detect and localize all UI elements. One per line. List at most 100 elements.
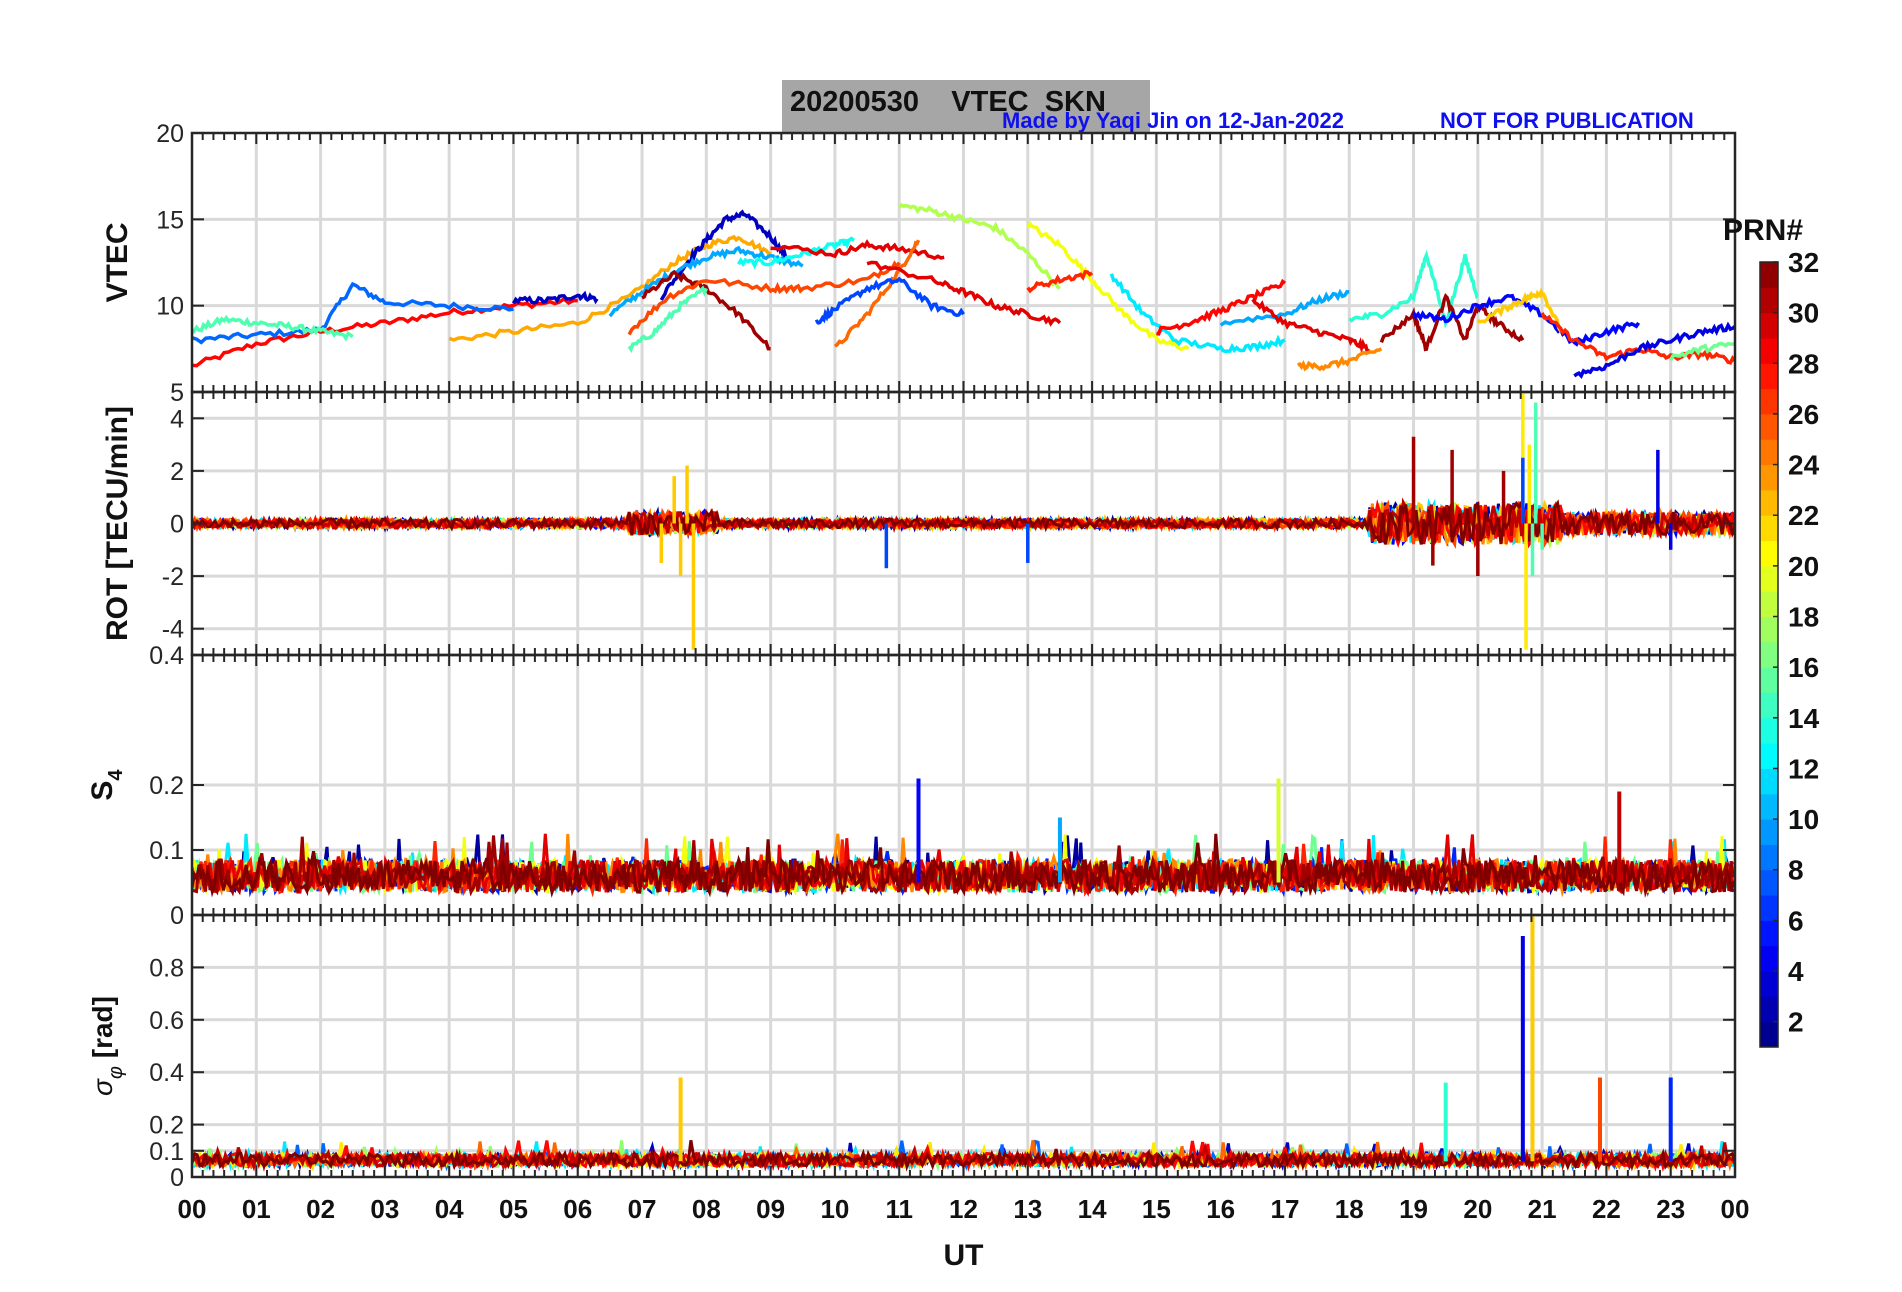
colorbar-segment [1760,1021,1778,1048]
colorbar-segment [1760,565,1778,592]
colorbar-tick-label: 30 [1788,298,1819,329]
colorbar-segment [1760,996,1778,1023]
colorbar-segment [1760,262,1778,288]
y-tick-label: 0.4 [149,1059,184,1087]
x-tick-label: 10 [820,1194,849,1224]
colorbar-segment [1760,819,1778,845]
colorbar-segment [1760,667,1778,693]
x-tick-label: 17 [1270,1194,1299,1224]
colorbar-segment [1760,895,1778,921]
y-tick-label: 15 [156,206,184,234]
colorbar-label: PRN# [1723,214,1803,247]
colorbar-tick-label: 2 [1788,1007,1804,1038]
x-tick-label: 19 [1399,1194,1428,1224]
x-tick-label: 15 [1142,1194,1171,1224]
panel-3: 0 0.1 0.2 0.4 S4 [86,642,1737,930]
y-axis-label: σφ [rad] [87,996,127,1096]
x-tick-label: 00 [1721,1194,1750,1224]
y-axis-label: ROT [TECU/min] [101,406,134,641]
y-tick-label: 0.4 [149,642,184,670]
x-tick-label: 21 [1528,1194,1557,1224]
x-tick-label: 08 [692,1194,721,1224]
colorbar-segment [1760,945,1778,972]
colorbar-segment [1760,844,1778,871]
colorbar-segment [1760,287,1778,314]
colorbar-tick-label: 16 [1788,652,1819,683]
x-tick-label: 11 [885,1194,913,1224]
colorbar-segment [1760,388,1778,415]
colorbar-segment [1760,540,1778,567]
y-tick-label: 0 [170,902,184,930]
x-tick-label: 02 [306,1194,335,1224]
x-tick-label: 03 [370,1194,399,1224]
colorbar-segment [1760,489,1778,516]
x-tick-label: 05 [499,1194,528,1224]
x-tick-label: 12 [949,1194,978,1224]
x-tick-label: 01 [242,1194,271,1224]
vtec-series [833,239,921,348]
x-tick-label: 04 [435,1194,464,1224]
y-axis-label: S4 [86,769,127,801]
colorbar-tick-label: 8 [1788,855,1804,886]
colorbar-tick-label: 28 [1788,348,1819,379]
colorbar-tick-label: 12 [1788,753,1819,784]
x-tick-label: 23 [1656,1194,1685,1224]
y-tick-label: 4 [170,405,184,433]
x-tick-label: 07 [628,1194,657,1224]
colorbar-segment [1760,743,1778,769]
y-tick-label: 20 [156,120,184,148]
y-tick-label: -4 [162,616,184,644]
x-tick-label: 09 [756,1194,785,1224]
colorbar-tick-label: 6 [1788,905,1804,936]
vtec-series [1296,347,1383,372]
colorbar-segment [1760,515,1778,542]
y-tick-label: 0.2 [149,1112,184,1140]
vtec-series [1109,273,1286,354]
vtec-series [1476,286,1563,333]
x-tick-label: 14 [1078,1194,1107,1224]
colorbar-tick-label: 26 [1788,399,1819,430]
colorbar-segment [1760,413,1778,440]
colorbar-tick-label: 20 [1788,551,1819,582]
y-tick-label: 0.8 [149,954,184,982]
colorbar-segment [1760,768,1778,795]
colorbar: 2468101214161820222426283032PRN# [1723,214,1820,1048]
colorbar-segment [1760,337,1778,364]
panel-4: 00.10.2 0.4 0.6 0.8 σφ [rad] [87,913,1737,1192]
panel-2: -4 -2 0 2 4 ROT [TECU/min] [101,390,1737,657]
colorbar-tick-label: 24 [1788,450,1820,481]
colorbar-segment [1760,793,1778,820]
x-axis-label: UT [944,1239,984,1272]
colorbar-tick-label: 22 [1788,500,1819,531]
y-tick-label: 0.6 [149,1007,184,1035]
y-tick-label: 0.1 [149,1138,184,1166]
panel-1: 5 10 15 20 VTEC [101,120,1737,407]
x-tick-label: 22 [1592,1194,1621,1224]
colorbar-segment [1760,717,1778,744]
colorbar-segment [1760,363,1778,390]
colorbar-segment [1760,312,1778,339]
colorbar-tick-label: 4 [1788,956,1804,987]
x-tick-label: 13 [1013,1194,1042,1224]
colorbar-segment [1760,869,1778,896]
x-tick-label: 16 [1206,1194,1235,1224]
y-axis-label: VTEC [101,222,134,302]
colorbar-segment [1760,591,1778,618]
y-tick-label: 0 [170,1164,184,1192]
colorbar-segment [1760,439,1778,466]
y-tick-label: -2 [162,563,184,591]
colorbar-tick-label: 18 [1788,602,1819,633]
colorbar-tick-label: 14 [1788,703,1820,734]
x-tick-label: 18 [1335,1194,1364,1224]
chart-svg: 5101520VTEC-4-2024ROT [TECU/min]00.10.20… [86,120,1820,1272]
x-tick-label: 20 [1463,1194,1492,1224]
x-tick-label: 06 [563,1194,592,1224]
colorbar-tick-label: 32 [1788,247,1819,278]
colorbar-tick-label: 10 [1788,804,1819,835]
y-tick-label: 0.2 [149,772,184,800]
y-tick-label: 0 [170,511,184,539]
y-tick-label: 2 [170,458,184,486]
colorbar-segment [1760,692,1778,719]
colorbar-segment [1760,920,1778,947]
y-tick-label: 10 [156,293,184,321]
